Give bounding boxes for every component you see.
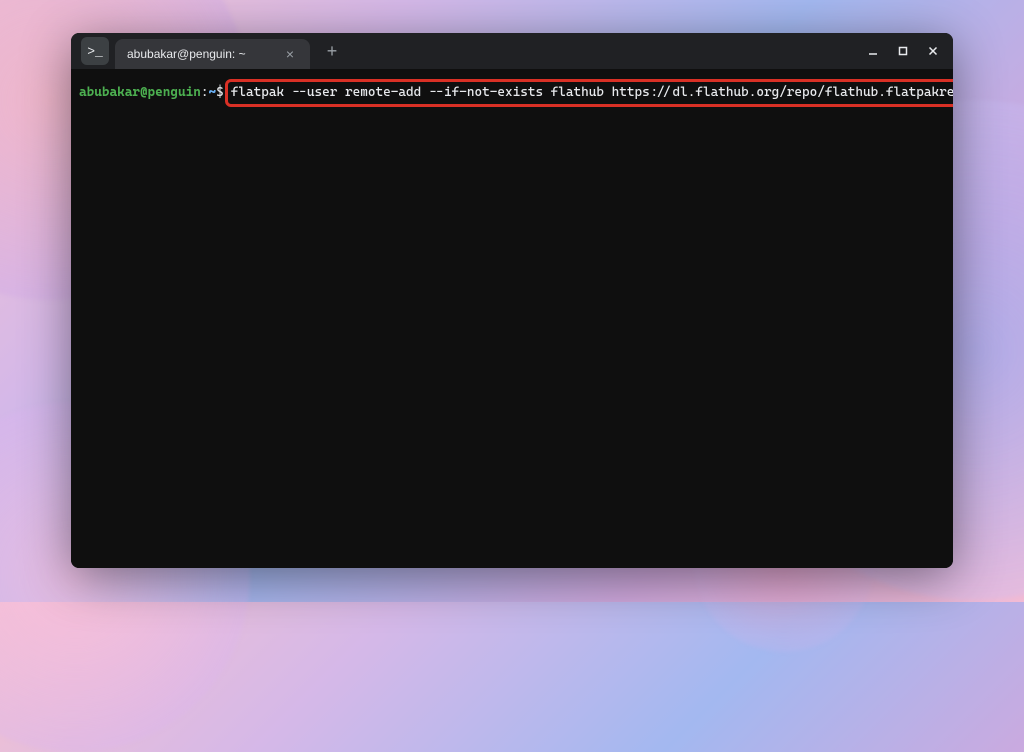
- prompt-line: abubakar@penguin:~$ flatpak --user remot…: [79, 79, 945, 107]
- terminal-app-icon: >_: [81, 37, 109, 65]
- prompt-separator: :: [201, 83, 209, 103]
- prompt-path: ~: [209, 83, 217, 103]
- maximize-button[interactable]: [889, 37, 917, 65]
- window-controls: [859, 33, 947, 69]
- command-highlight-annotation: flatpak --user remote-add --if-not-exist…: [225, 79, 953, 107]
- tab-title: abubakar@penguin: ~: [127, 47, 246, 61]
- minimize-icon: [867, 45, 879, 57]
- terminal-body[interactable]: abubakar@penguin:~$ flatpak --user remot…: [71, 69, 953, 568]
- close-button[interactable]: [919, 37, 947, 65]
- title-bar: >_ abubakar@penguin: ~ × +: [71, 33, 953, 69]
- tab-close-button[interactable]: ×: [282, 46, 298, 62]
- prompt-user-host: abubakar@penguin: [79, 83, 201, 103]
- new-tab-button[interactable]: +: [318, 37, 346, 65]
- minimize-button[interactable]: [859, 37, 887, 65]
- command-text: flatpak --user remote-add --if-not-exist…: [231, 85, 953, 100]
- terminal-window: >_ abubakar@penguin: ~ × + abubakar@peng…: [71, 33, 953, 568]
- prompt-symbol: $: [216, 83, 224, 103]
- tab-active[interactable]: abubakar@penguin: ~ ×: [115, 39, 310, 69]
- maximize-icon: [897, 45, 909, 57]
- close-icon: [927, 45, 939, 57]
